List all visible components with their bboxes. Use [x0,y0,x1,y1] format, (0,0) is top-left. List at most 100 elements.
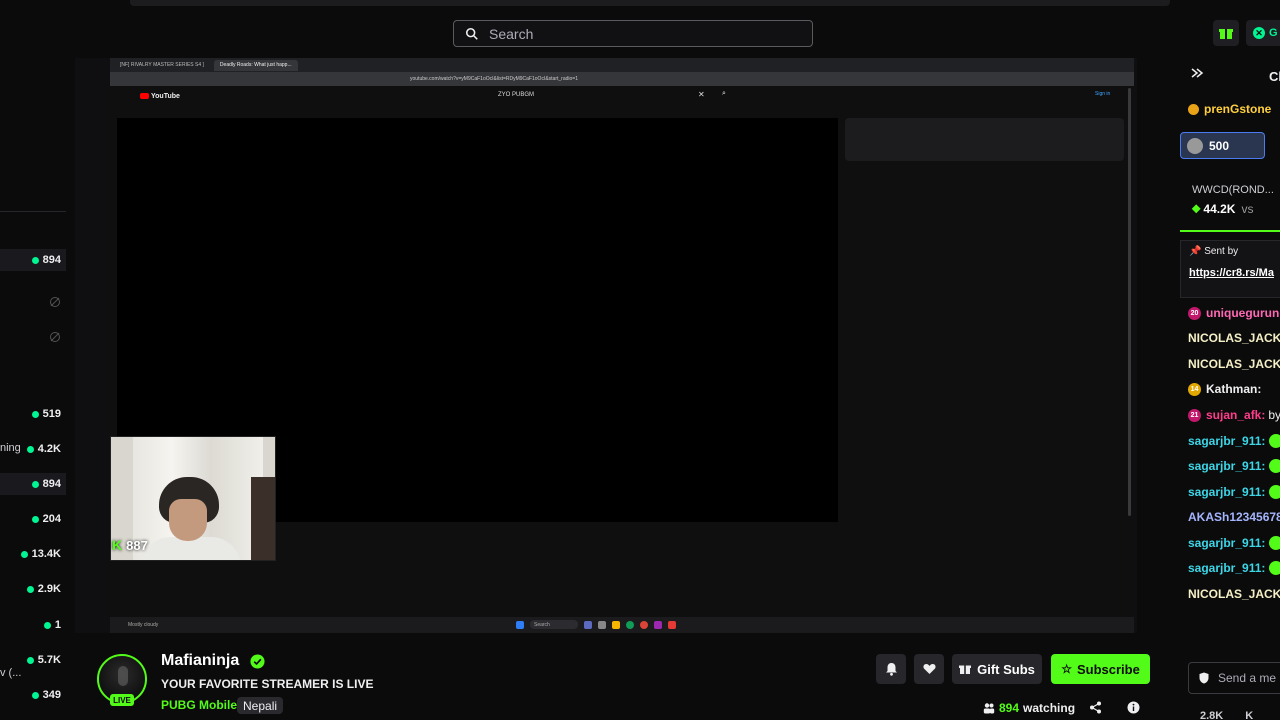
search-bar[interactable] [453,20,813,47]
search-input[interactable] [487,24,791,43]
live-dot-icon [26,445,34,453]
youtube-search-query: ZYO PUBGM [498,92,535,98]
sidebar-channel-item[interactable]: 13.4K [0,543,66,565]
sidebar-channel-item[interactable]: 1 [0,614,66,636]
collapse-chat-icon[interactable] [1190,66,1204,80]
sidebar-channel-item[interactable]: 349 [0,684,66,706]
chat-message: 20 uniquegurung [1188,306,1280,320]
channel-name[interactable]: Mafianinja [161,652,239,670]
star-icon: ☆ [1061,662,1072,676]
chat-username[interactable]: NICOLAS_JACKS [1188,357,1280,371]
verified-badge-icon [250,654,265,669]
subscribe-button[interactable]: ☆ Subscribe [1051,654,1150,684]
chat-message: sagarjbr_911: [1188,485,1280,499]
prediction-vs: vs [1241,201,1254,216]
prediction-row: ⬥ 44.2K vs [1192,201,1253,216]
subscriber-badge-icon: 21 [1188,408,1201,422]
sidebar-channel-item[interactable] [0,326,66,348]
youtube-signin: Sign in [1095,91,1111,97]
chat-username[interactable]: sagarjbr_911: [1188,459,1265,473]
chat-username[interactable]: NICOLAS_JACKS [1188,587,1280,601]
get-kicks-button[interactable]: ✕ G [1246,20,1280,46]
language-tag[interactable]: Nepali [237,697,284,714]
chair [251,477,275,560]
viewer-number: 894 [999,701,1020,715]
notification-button[interactable] [876,654,906,684]
viewer-count: 4.2K [37,443,61,455]
bell-icon [885,663,897,676]
gift-subs-button[interactable]: Gift Subs [952,654,1042,684]
pinned-link[interactable]: https://cr8.rs/Ma [1189,267,1274,279]
chat-text: bye [1268,408,1280,422]
sidebar-truncated-label: v (... [0,667,22,679]
chat-username[interactable]: sagarjbr_911: [1188,434,1265,448]
top-gifter[interactable]: prenGstone [1188,102,1271,116]
subscribe-label: Subscribe [1076,661,1140,677]
live-dot-icon [26,585,34,593]
offline-icon [50,297,60,307]
viewer-count: 204 [42,513,61,525]
chat-username[interactable]: sagarjbr_911: [1188,536,1265,550]
chat-username[interactable]: sujan_afk: [1206,408,1265,422]
sidebar-channel-item[interactable]: 2.9K [0,578,66,600]
search-icon [465,27,478,40]
chat-message: NICOLAS_JACKS [1188,331,1280,345]
live-dot-icon [43,621,51,629]
windows-taskbar: Mostly cloudy Search [110,617,1134,633]
category-link[interactable]: PUBG Mobile [161,698,237,712]
windows-start-icon [516,620,524,629]
sidebar-channel-item[interactable]: 519 [0,403,66,425]
chat-message: sagarjbr_911: [1188,561,1280,575]
kicks-chip[interactable]: 500 [1180,132,1265,159]
chat-message: NICOLAS_JACKS [1188,357,1280,371]
viewers-icon [983,703,995,714]
emote-icon [1269,459,1280,473]
heart-icon [922,664,936,674]
live-dot-icon [31,480,39,488]
subscriber-badge-icon: 14 [1188,382,1201,396]
browser-addressbar: youtube.com/watch?v=yM9CaF1oOcI&list=RDy… [110,72,1134,86]
chat-input[interactable]: Send a me [1188,662,1280,694]
chat-username[interactable]: uniquegurung [1206,306,1280,320]
sidebar-channel-item[interactable]: 204 [0,508,66,530]
avatar-figure [118,666,128,686]
offline-icon [50,332,60,342]
sidebar-channel-item[interactable]: 894 [0,473,66,495]
chat-username[interactable]: sagarjbr_911: [1188,561,1265,575]
chat-username[interactable]: sagarjbr_911: [1188,485,1265,499]
follow-button[interactable] [914,654,944,684]
weather-text: Mostly cloudy [128,622,159,628]
pinned-message[interactable]: 📌 Sent by https://cr8.rs/Ma [1180,240,1280,298]
emote-icon [1269,485,1280,499]
prediction-card[interactable]: WWCD(ROND... ⬥ 44.2K vs [1180,170,1280,232]
browser-url: youtube.com/watch?v=yM9CaF1oOcI&list=RDy… [410,76,578,82]
youtube-header: YouTube ZYO PUBGM ✕ ⌕ Sign in [110,86,1134,106]
sidebar-channel-item[interactable]: 894 [0,249,66,271]
folder-icon [612,620,620,629]
kicks-amount: 500 [1209,138,1230,153]
footer-count: 2.8K [1200,710,1224,720]
share-icon[interactable] [1089,701,1102,714]
sidebar-channel-item[interactable] [0,291,66,313]
gift-subs-label: Gift Subs [977,661,1035,677]
viewer-count: 1 [54,619,61,631]
emote-icon [1269,434,1280,448]
pinned-sender: 📌 Sent by [1189,246,1239,257]
chat-username[interactable]: AKASh12345678 [1188,510,1280,524]
chat-username[interactable]: Kathman: [1206,382,1261,396]
search-icon: ⌕ [722,90,726,97]
chat-message: sagarjbr_911: [1188,536,1280,550]
coin-icon [1188,103,1199,115]
app-icon [640,620,648,629]
youtube-side-card [845,118,1124,161]
chat-username[interactable]: NICOLAS_JACKS [1188,331,1280,345]
get-kicks-label: G [1269,27,1278,39]
live-dot-icon [20,550,28,558]
gift-box-button[interactable] [1213,20,1239,46]
chat-message: 14 Kathman: [1188,382,1261,396]
chat-message: AKASh12345678 [1188,510,1280,524]
prediction-icon: ⬥ [1192,201,1201,215]
streamer-face [169,499,207,541]
info-icon[interactable] [1127,701,1140,714]
shield-icon [1199,672,1209,684]
